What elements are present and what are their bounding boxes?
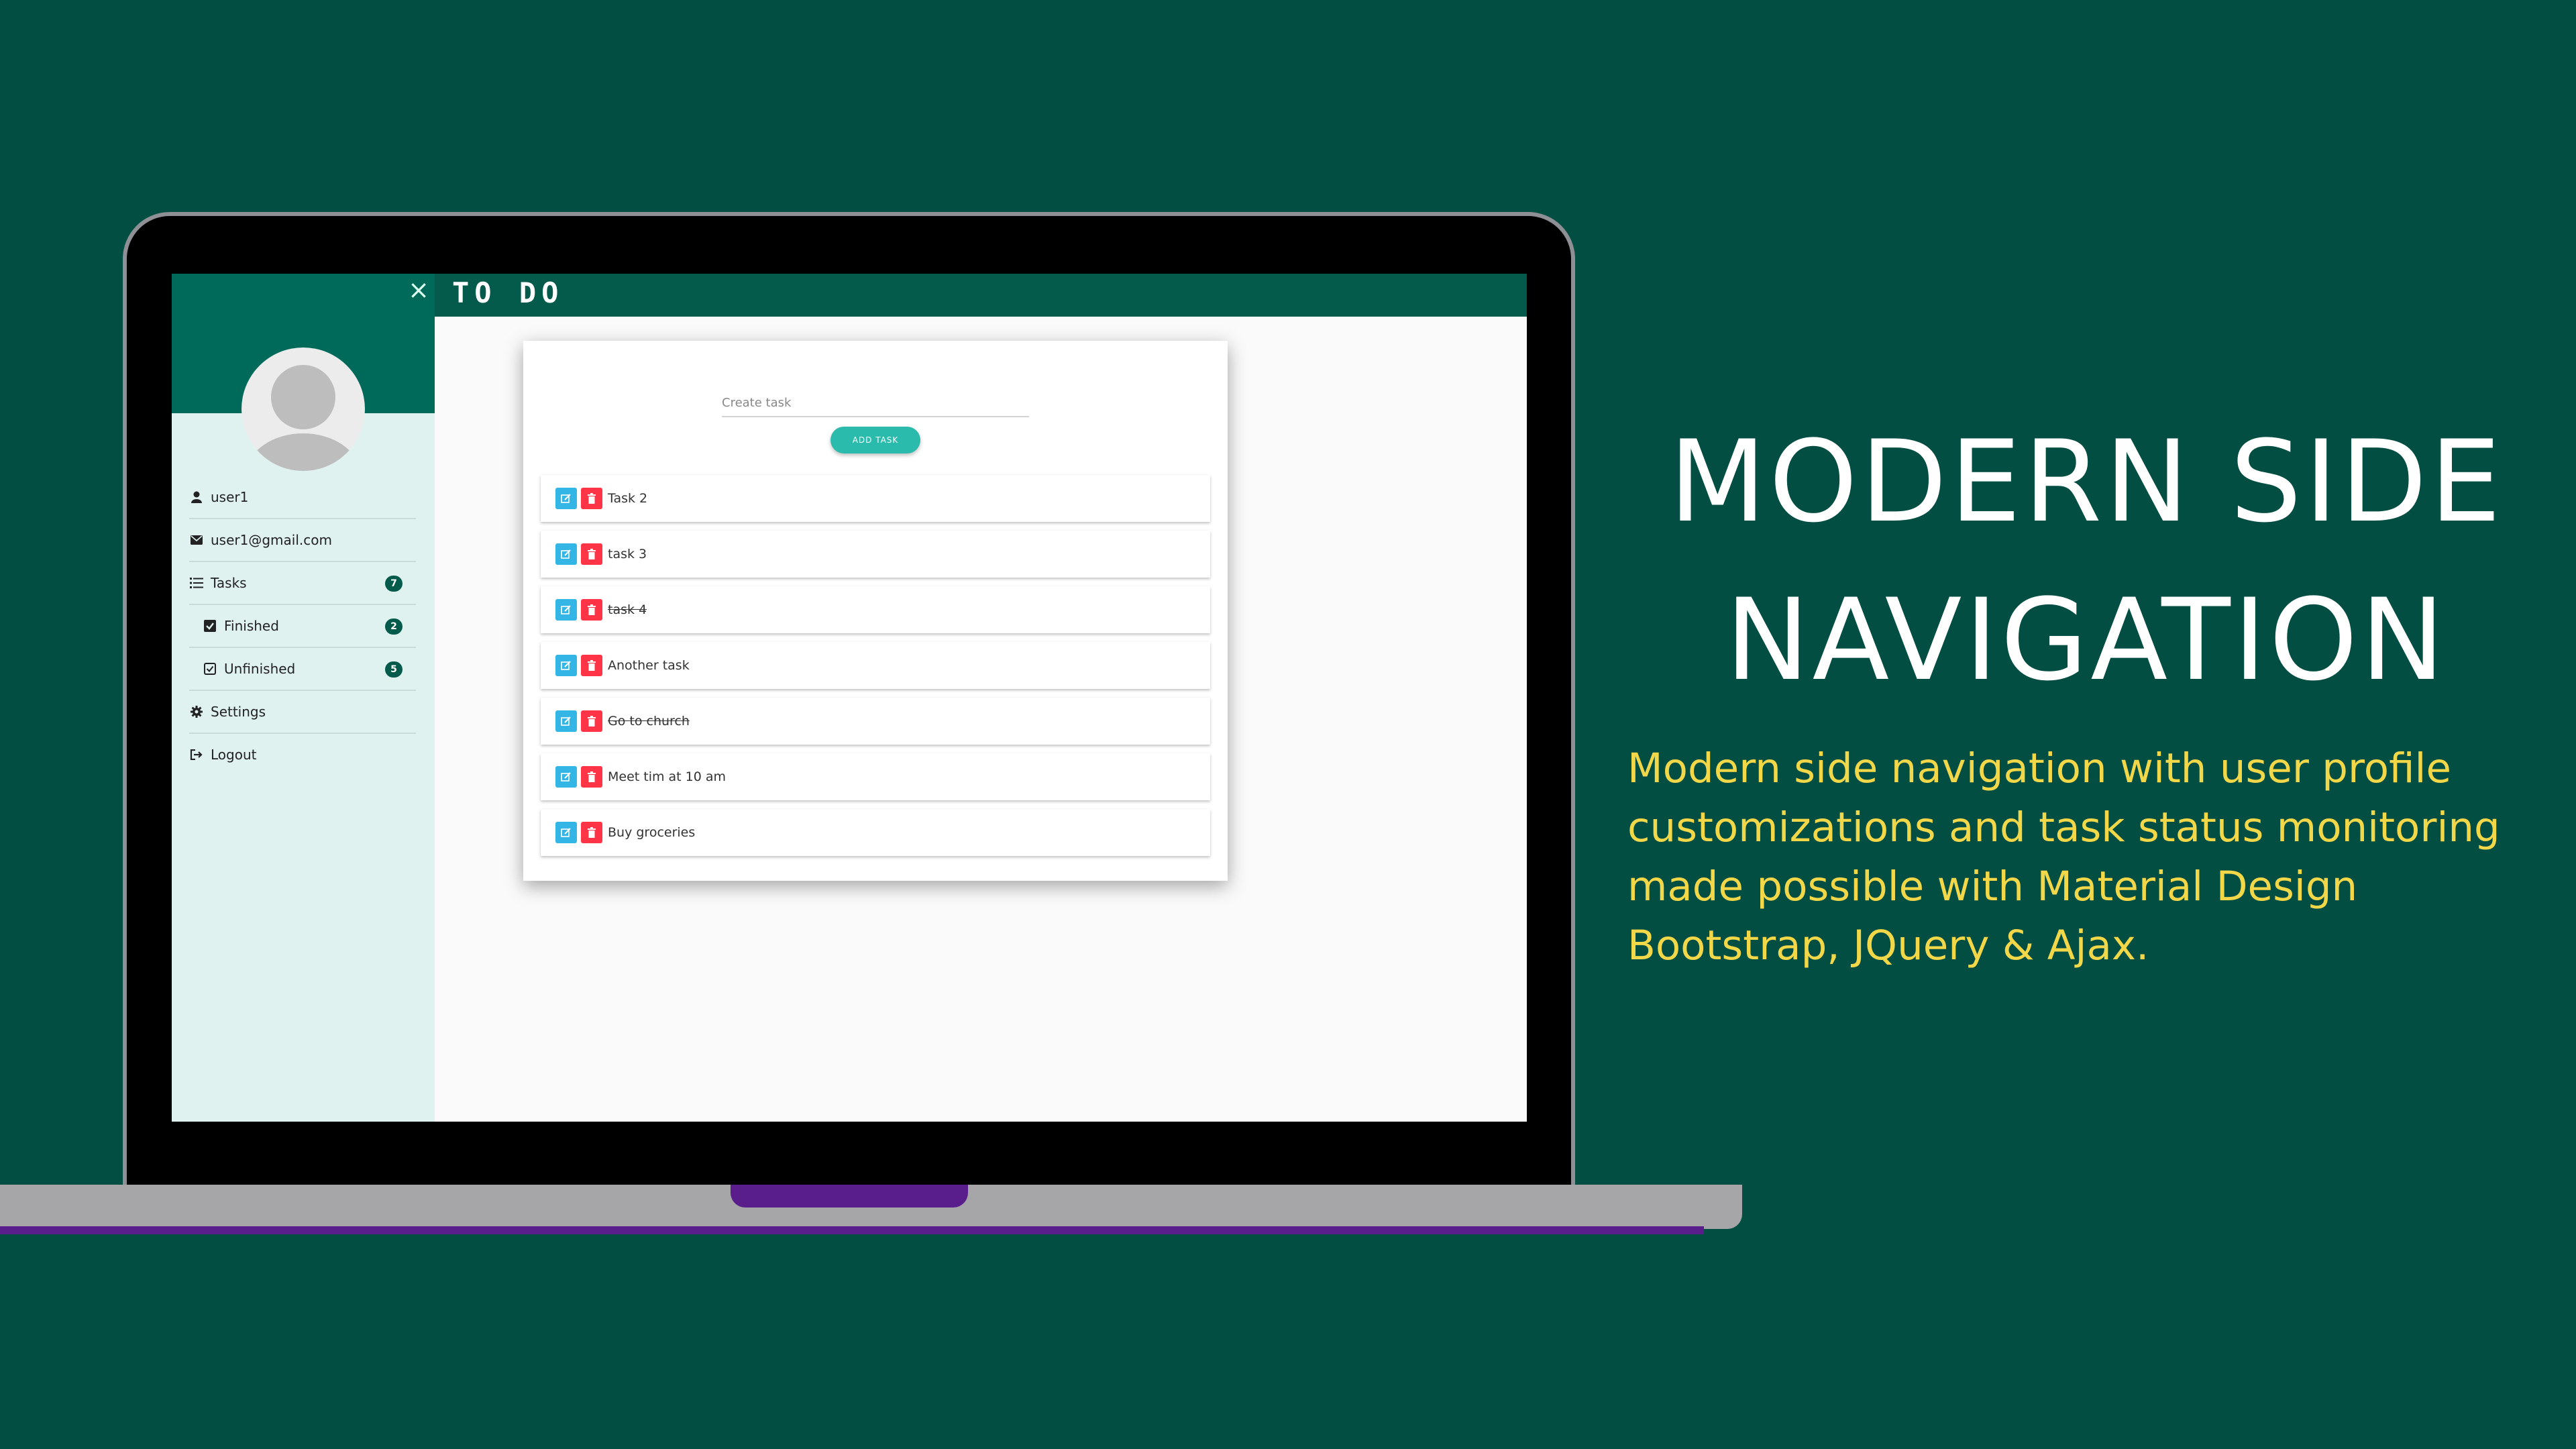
edit-icon — [561, 604, 572, 615]
task-text: Another task — [608, 658, 690, 673]
edit-task-button[interactable] — [555, 766, 577, 788]
unfinished-count-badge: 5 — [385, 661, 402, 678]
edit-icon — [561, 827, 572, 838]
task-row: Go to church — [541, 698, 1210, 745]
edit-icon — [561, 549, 572, 559]
sign-out-icon — [189, 747, 204, 762]
task-row: Meet tim at 10 am — [541, 753, 1210, 800]
sidebar-item-label: user1@gmail.com — [211, 532, 332, 548]
checkbox-outline-icon — [203, 661, 217, 676]
trash-icon — [588, 549, 596, 559]
sidebar-item-label: Unfinished — [224, 661, 296, 677]
edit-icon — [561, 660, 572, 671]
trash-icon — [588, 604, 596, 615]
sidebar-item-user[interactable]: user1 — [189, 476, 416, 519]
edit-task-button[interactable] — [555, 543, 577, 565]
delete-task-button[interactable] — [581, 599, 602, 621]
task-text: Meet tim at 10 am — [608, 769, 727, 784]
sidebar-item-email[interactable]: user1@gmail.com — [189, 519, 416, 562]
delete-task-button[interactable] — [581, 822, 602, 843]
task-row: Task 2 — [541, 475, 1210, 522]
sidebar-item-settings[interactable]: Settings — [189, 691, 416, 734]
trash-icon — [588, 716, 596, 727]
avatar[interactable] — [241, 347, 365, 471]
laptop-notch — [731, 1185, 968, 1208]
laptop-base-shadow — [0, 1226, 1704, 1234]
trash-icon — [588, 493, 596, 504]
description: Modern side navigation with user profile… — [1627, 745, 2500, 969]
edit-task-button[interactable] — [555, 822, 577, 843]
task-row: Another task — [541, 642, 1210, 689]
delete-task-button[interactable] — [581, 488, 602, 509]
app-title: TO DO — [452, 276, 564, 309]
delete-task-button[interactable] — [581, 655, 602, 676]
tasks-count-badge: 7 — [385, 576, 402, 592]
add-task-button[interactable]: ADD TASK — [830, 427, 920, 453]
sidebar-item-label: Logout — [211, 747, 257, 763]
task-row: task 3 — [541, 531, 1210, 578]
trash-icon — [588, 827, 596, 838]
list-icon — [189, 576, 204, 590]
headline-line: MODERN SIDE — [1668, 416, 2504, 547]
headline: MODERN SIDE NAVIGATION — [1623, 402, 2549, 719]
task-list: Task 2 task 3 task 4 Another task Go to chur… — [541, 475, 1210, 865]
sidebar-item-label: Tasks — [211, 575, 247, 591]
headline-line: NAVIGATION — [1725, 574, 2448, 706]
avatar-body — [247, 433, 360, 471]
edit-task-button[interactable] — [555, 710, 577, 732]
gear-icon — [189, 704, 204, 719]
trash-icon — [588, 660, 596, 671]
edit-icon — [561, 771, 572, 782]
edit-icon — [561, 716, 572, 727]
sidebar-menu: user1 user1@gmail.com Tasks 7 Finished 2… — [189, 476, 416, 775]
side-navigation: × user1 user1@gmail.com Tasks 7 Finished… — [172, 274, 435, 1122]
delete-task-button[interactable] — [581, 543, 602, 565]
sidebar-item-finished[interactable]: Finished 2 — [189, 605, 416, 648]
sidebar-item-unfinished[interactable]: Unfinished 5 — [189, 648, 416, 691]
user-icon — [189, 490, 204, 504]
task-row: task 4 — [541, 586, 1210, 633]
sidebar-item-tasks[interactable]: Tasks 7 — [189, 562, 416, 605]
task-card: ADD TASK Task 2 task 3 task 4 Another task G… — [523, 341, 1228, 881]
edit-task-button[interactable] — [555, 655, 577, 676]
avatar-head — [271, 365, 335, 429]
task-text: task 4 — [608, 602, 647, 617]
finished-count-badge: 2 — [385, 619, 402, 635]
checkbox-checked-icon — [203, 619, 217, 633]
close-sidebar-button[interactable]: × — [407, 276, 431, 303]
delete-task-button[interactable] — [581, 766, 602, 788]
task-text: Go to church — [608, 714, 690, 729]
delete-task-button[interactable] — [581, 710, 602, 732]
sidebar-item-label: Settings — [211, 704, 266, 720]
envelope-icon — [189, 533, 204, 547]
sidebar-item-label: Finished — [224, 618, 279, 634]
create-task-input[interactable] — [722, 389, 1029, 417]
sidebar-item-label: user1 — [211, 489, 249, 505]
sidebar-item-logout[interactable]: Logout — [189, 734, 416, 775]
edit-icon — [561, 493, 572, 504]
task-text: task 3 — [608, 547, 647, 561]
task-row: Buy groceries — [541, 809, 1210, 856]
edit-task-button[interactable] — [555, 599, 577, 621]
app-screen: TO DO × user1 user1@gmail.com Tasks 7 Fi… — [172, 274, 1527, 1122]
edit-task-button[interactable] — [555, 488, 577, 509]
task-text: Buy groceries — [608, 825, 696, 840]
trash-icon — [588, 771, 596, 782]
task-text: Task 2 — [608, 491, 648, 506]
